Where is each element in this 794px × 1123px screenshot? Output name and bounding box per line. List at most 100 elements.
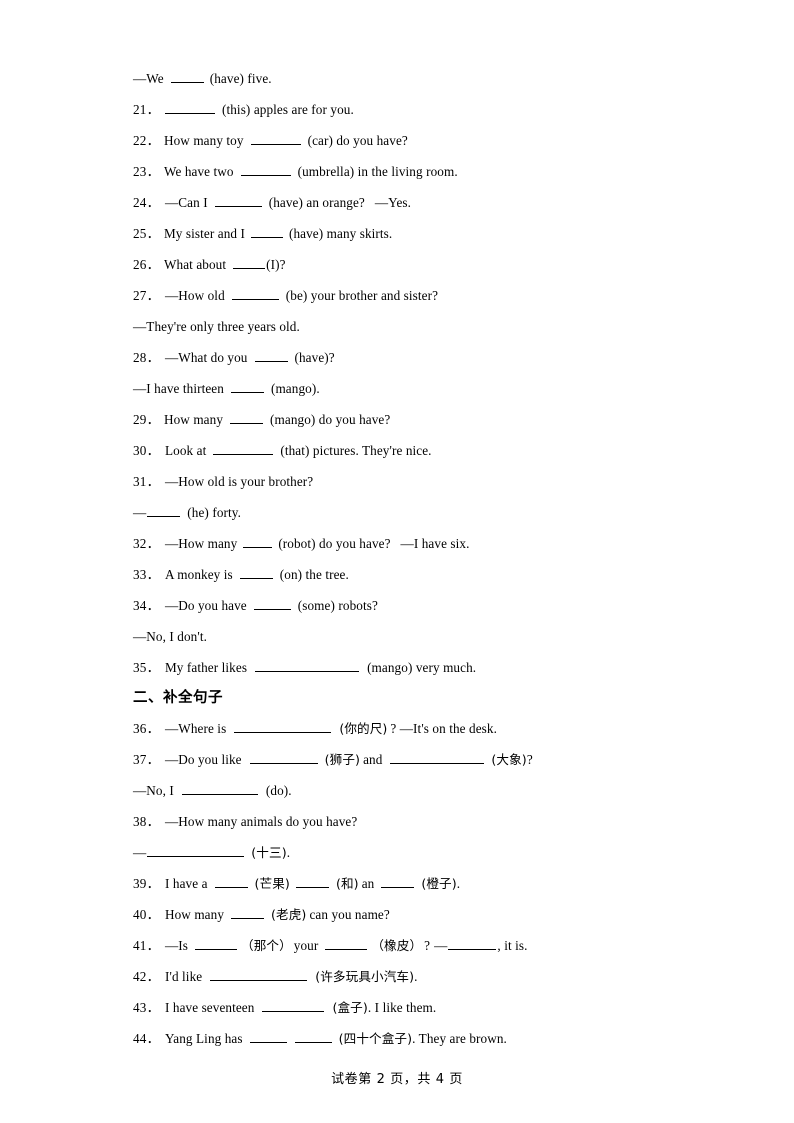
answer-line: —We (have) five. — [133, 63, 673, 94]
question-line: 33． A monkey is (on) the tree. — [133, 559, 673, 590]
chinese-hint: (四十个盒子) — [338, 1031, 413, 1046]
question-line: 38． —How many animals do you have? — [133, 806, 673, 837]
question-number: 41． — [133, 938, 160, 953]
answer-blank[interactable] — [195, 938, 237, 950]
answer-blank[interactable] — [213, 443, 274, 455]
question-number: 22． — [133, 133, 160, 148]
answer-blank[interactable] — [448, 938, 497, 950]
answer-blank[interactable] — [390, 752, 485, 764]
answer-blank[interactable] — [250, 133, 301, 145]
answer-blank[interactable] — [231, 907, 265, 919]
sentence-text: We have two — [163, 164, 234, 179]
question-number: 37． — [133, 752, 160, 767]
question-number: 31． — [133, 474, 160, 489]
answer-blank[interactable] — [262, 1000, 325, 1012]
sentence-text: Yang Ling has — [164, 1031, 243, 1046]
question-line: 25． My sister and I (have) many skirts. — [133, 218, 673, 249]
answer-blank[interactable] — [230, 381, 264, 393]
question-number: 25． — [133, 226, 160, 241]
question-number: 35． — [133, 660, 160, 675]
question-line: 37． —Do you like (狮子) and (大象)? — [133, 744, 673, 775]
exam-paper-page: —We (have) five. 21． (this) apples are for … — [0, 0, 794, 1123]
answer-blank[interactable] — [243, 536, 273, 548]
answer-blank[interactable] — [214, 195, 262, 207]
chinese-hint: (橙子) — [421, 876, 457, 891]
question-number: 38． — [133, 814, 160, 829]
answer-blank[interactable] — [240, 164, 291, 176]
question-number: 27． — [133, 288, 160, 303]
sentence-text: —How many animals do you have? — [164, 814, 358, 829]
sentence-text: —Where is — [164, 721, 227, 736]
answer-line: — (he) forty. — [133, 497, 673, 528]
sentence-text: —How old — [164, 288, 225, 303]
answer-blank[interactable] — [249, 1031, 287, 1043]
question-number: 33． — [133, 567, 160, 582]
question-line: 30． Look at (that) pictures. They're nice. — [133, 435, 673, 466]
answer-blank[interactable] — [250, 226, 283, 238]
question-line: 43． I have seventeen (盒子). I like them. — [133, 992, 673, 1023]
sentence-text: —We — [133, 71, 164, 86]
answer-blank[interactable] — [381, 876, 415, 888]
question-number: 39． — [133, 876, 160, 891]
answer-blank[interactable] — [181, 783, 258, 795]
question-line: 27． —How old (be) your brother and sister? — [133, 280, 673, 311]
answer-line: —They're only three years old. — [133, 311, 673, 342]
chinese-hint: (大象) — [491, 752, 527, 767]
sentence-text: (he) forty. — [187, 505, 241, 520]
answer-blank[interactable] — [239, 567, 273, 579]
answer-blank[interactable] — [255, 660, 360, 672]
question-number: 34． — [133, 598, 160, 613]
chinese-hint: (和) — [335, 876, 359, 891]
sentence-text: —Yes. — [374, 195, 412, 210]
question-line: 39． I have a (芒果) (和) an (橙子). — [133, 868, 673, 899]
question-list: —We (have) five. 21． (this) apples are for … — [133, 63, 673, 1054]
answer-blank[interactable] — [170, 71, 204, 83]
question-line: 26． What about (I)? — [133, 249, 673, 280]
sentence-text: (have) five. — [209, 71, 272, 86]
question-number: 36． — [133, 721, 160, 736]
chinese-hint: (老虎) — [271, 907, 307, 922]
chinese-hint: (狮子) — [324, 752, 361, 767]
answer-blank[interactable] — [249, 752, 318, 764]
question-line: 40． How many (老虎) can you name? — [133, 899, 673, 930]
sentence-text: —Can I — [164, 195, 208, 210]
sentence-text: — — [434, 938, 448, 953]
sentence-text: What about — [163, 257, 227, 272]
answer-blank[interactable] — [254, 350, 288, 362]
question-number: 40． — [133, 907, 160, 922]
answer-blank[interactable] — [214, 876, 248, 888]
sentence-text: (robot) do you have? — [278, 536, 391, 551]
question-line: 35． My father likes (mango) very much. — [133, 652, 673, 683]
answer-blank[interactable] — [147, 505, 181, 517]
sentence-text: . — [414, 969, 418, 984]
answer-blank[interactable] — [230, 412, 264, 424]
sentence-text: and — [363, 752, 383, 767]
answer-blank[interactable] — [231, 288, 279, 300]
answer-blank[interactable] — [294, 1031, 332, 1043]
answer-blank[interactable] — [147, 845, 245, 857]
sentence-text: I'd like — [164, 969, 203, 984]
sentence-text: (this) apples are for you. — [221, 102, 354, 117]
sentence-text: I have a — [164, 876, 208, 891]
page-footer: 试卷第 2 页，共 4 页 — [331, 1072, 463, 1087]
question-line: 41． —Is （那个） your （橡皮）? — , it is. — [133, 930, 673, 961]
question-line: 28． —What do you (have)? — [133, 342, 673, 373]
answer-blank[interactable] — [233, 257, 266, 269]
answer-blank[interactable] — [295, 876, 329, 888]
answer-blank[interactable] — [253, 598, 291, 610]
sentence-text: (I)? — [266, 257, 286, 272]
answer-line: —I have thirteen (mango). — [133, 373, 673, 404]
answer-blank[interactable] — [234, 721, 332, 733]
question-number: 42． — [133, 969, 160, 984]
answer-blank[interactable] — [164, 102, 215, 114]
chinese-hint: (你的尺) — [339, 721, 388, 736]
question-number: 24． — [133, 195, 160, 210]
sentence-text: I have seventeen — [164, 1000, 255, 1015]
sentence-text: (car) do you have? — [307, 133, 408, 148]
sentence-text: . I like them. — [367, 1000, 437, 1015]
sentence-text: ? — [424, 938, 431, 953]
answer-blank[interactable] — [210, 969, 308, 981]
chinese-hint: (十三) — [251, 845, 287, 860]
question-line: 31． —How old is your brother? — [133, 466, 673, 497]
answer-blank[interactable] — [325, 938, 368, 950]
